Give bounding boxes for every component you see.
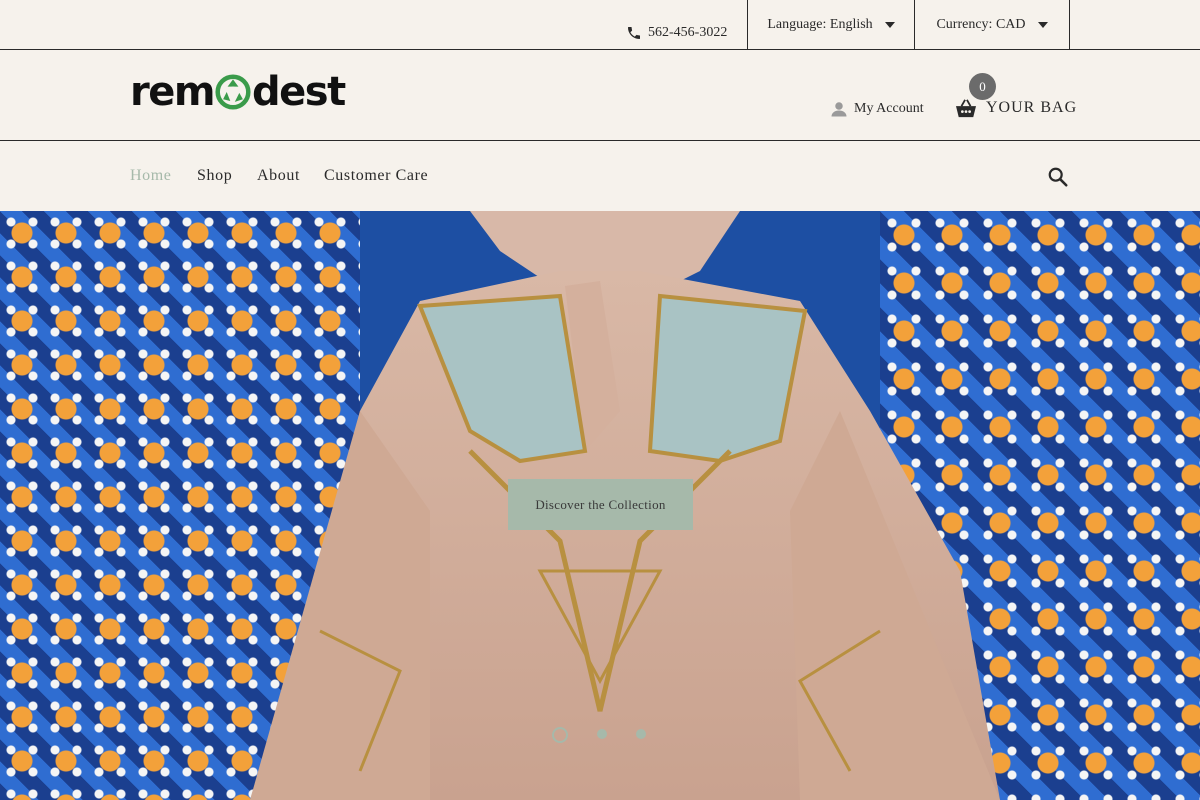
account-label: My Account (854, 101, 924, 116)
basket-icon (956, 99, 976, 118)
slider-dot-3[interactable] (636, 729, 646, 739)
bag-label: YOUR BAG (986, 99, 1078, 116)
user-icon (831, 102, 847, 117)
nav-item-about[interactable]: About (257, 167, 300, 185)
logo[interactable]: rem dest (130, 69, 346, 115)
discover-collection-button[interactable]: Discover the Collection (508, 479, 693, 530)
site-header: rem dest My Account YOUR BAG 0 (0, 50, 1200, 141)
nav-item-home[interactable]: Home (130, 167, 172, 185)
caret-down-icon (884, 21, 895, 28)
logo-text-left: rem (130, 69, 216, 115)
phone-icon (628, 27, 640, 39)
caret-down-icon (1037, 21, 1048, 28)
language-dropdown[interactable]: Language: English (748, 0, 914, 49)
shopping-bag-link[interactable]: YOUR BAG (955, 98, 1077, 118)
main-nav: Home Shop About Customer Care (0, 141, 1200, 211)
divider (1069, 0, 1070, 49)
my-account-link[interactable]: My Account (830, 100, 924, 118)
slider-dot-2[interactable] (597, 729, 607, 739)
phone-link[interactable]: 562-456-3022 (626, 20, 727, 46)
nav-item-customer-care[interactable]: Customer Care (324, 167, 428, 185)
logo-text-right: dest (252, 69, 346, 115)
slider-dot-1[interactable] (552, 727, 568, 743)
search-icon[interactable] (1047, 166, 1069, 188)
hero-banner: Discover the Collection (0, 211, 1200, 800)
currency-dropdown[interactable]: Currency: CAD (915, 0, 1069, 49)
recycle-icon (215, 74, 251, 110)
bag-count-badge: 0 (969, 73, 996, 100)
phone-number: 562-456-3022 (648, 25, 728, 40)
top-bar: 562-456-3022 Language: English Currency:… (0, 0, 1200, 50)
language-label: Language: English (767, 16, 873, 32)
slider-dots (552, 727, 652, 745)
currency-label: Currency: CAD (936, 16, 1026, 32)
nav-item-shop[interactable]: Shop (197, 167, 232, 185)
